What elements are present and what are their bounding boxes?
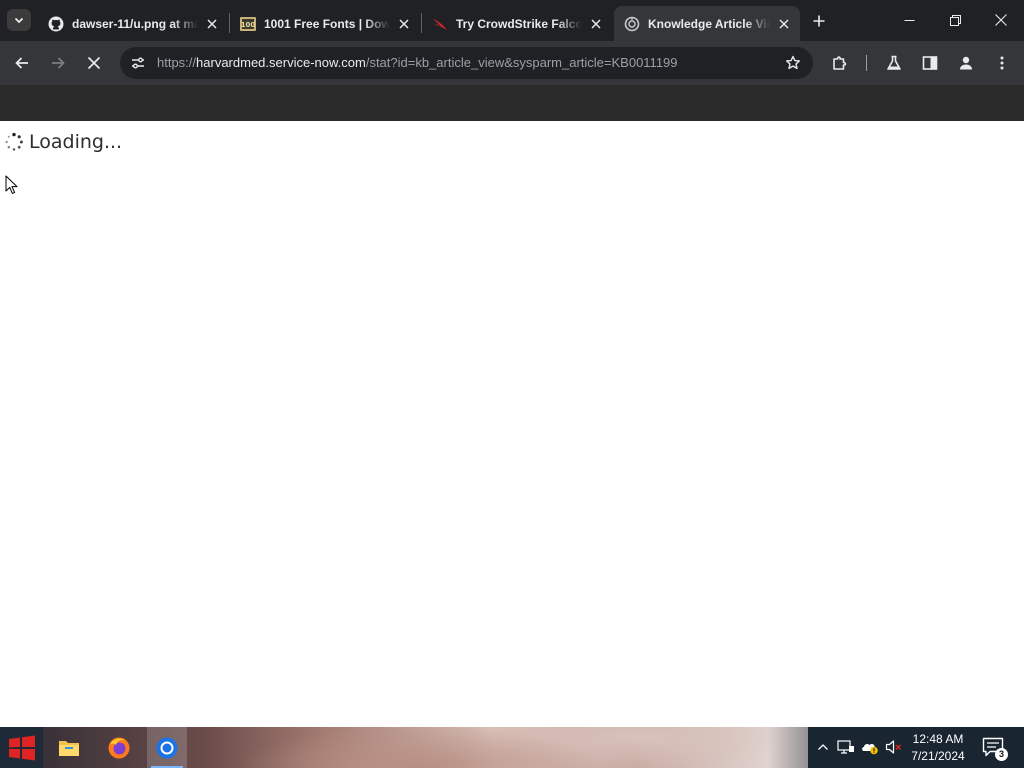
windows-taskbar: 12:48 AM 7/21/2024 3 — [0, 727, 1024, 768]
minimize-button[interactable] — [886, 0, 932, 40]
taskbar-clock[interactable]: 12:48 AM 7/21/2024 — [900, 731, 976, 765]
star-icon — [786, 55, 800, 70]
close-tab-icon[interactable] — [588, 16, 604, 32]
loading-text: Loading... — [29, 131, 123, 153]
tab-knowledge-article[interactable]: Knowledge Article View — [614, 6, 800, 41]
loading-indicator: Loading... — [4, 131, 122, 153]
stop-icon — [87, 56, 101, 70]
url-host: harvardmed.service-now.com — [196, 55, 366, 70]
tab-title: 1001 Free Fonts | Down — [264, 16, 390, 31]
forward-arrow-icon — [52, 57, 65, 69]
chevron-down-icon — [14, 17, 24, 24]
tab-title: Knowledge Article View — [648, 16, 770, 31]
crowdstrike-falcon-icon — [432, 16, 448, 32]
site-info-button[interactable] — [126, 51, 150, 75]
spinner-icon — [5, 132, 23, 151]
clock-time: 12:48 AM — [912, 732, 964, 746]
more-vertical-icon — [1000, 56, 1004, 70]
address-bar[interactable]: https://harvardmed.service-now.com/stat?… — [120, 47, 813, 79]
chevron-up-icon — [818, 744, 828, 750]
minimize-icon — [904, 19, 914, 21]
svg-text:100: 100 — [241, 21, 256, 29]
tab-title: Try CrowdStrike Falcon — [456, 16, 582, 31]
taskbar-firefox[interactable] — [99, 727, 139, 768]
restore-button[interactable] — [932, 0, 978, 40]
tab-search-button[interactable] — [7, 9, 31, 31]
extensions-button[interactable] — [826, 49, 854, 77]
tab-strip: dawser-11/u.png at ma 100 1001 Free Font… — [0, 0, 1024, 41]
back-button[interactable] — [8, 49, 36, 77]
tab-title: dawser-11/u.png at ma — [72, 16, 198, 31]
profile-button[interactable] — [952, 49, 980, 77]
file-explorer-icon — [59, 740, 79, 756]
firefox-icon — [108, 737, 130, 758]
bookmark-star-button[interactable] — [783, 53, 803, 73]
tune-icon — [132, 57, 144, 69]
page-content: Loading... — [0, 121, 1024, 727]
close-window-button[interactable] — [978, 0, 1024, 40]
chrome-icon — [156, 737, 178, 758]
close-tab-icon[interactable] — [204, 16, 220, 32]
clock-date: 7/21/2024 — [911, 749, 965, 763]
taskbar-chrome[interactable] — [147, 727, 187, 768]
toolbar-divider — [866, 55, 867, 71]
url-scheme: https:// — [157, 55, 197, 70]
start-button[interactable] — [0, 727, 43, 768]
mouse-pointer-icon — [5, 175, 18, 194]
back-arrow-icon — [15, 57, 28, 69]
plus-icon — [813, 15, 825, 27]
tab-crowdstrike[interactable]: Try CrowdStrike Falcon — [422, 6, 612, 41]
restore-icon — [949, 14, 961, 26]
network-icon — [837, 740, 854, 754]
labs-button[interactable] — [880, 49, 908, 77]
close-icon — [995, 14, 1007, 26]
side-panel-icon — [922, 56, 938, 70]
puzzle-icon — [833, 56, 847, 70]
network-tray-icon[interactable] — [837, 738, 855, 756]
stop-loading-button[interactable] — [80, 49, 108, 77]
close-tab-icon[interactable] — [776, 16, 792, 32]
side-panel-button[interactable] — [916, 49, 944, 77]
url-text: https://harvardmed.service-now.com/stat?… — [157, 55, 678, 70]
servicenow-icon — [624, 16, 640, 32]
url-path: /stat?id=kb_article_view&sysparm_article… — [365, 55, 678, 70]
person-icon — [959, 56, 973, 70]
new-tab-button[interactable] — [808, 10, 830, 32]
taskbar-file-explorer[interactable] — [49, 727, 89, 768]
fonts-site-icon: 100 — [240, 16, 256, 32]
onedrive-tray-icon[interactable] — [861, 738, 879, 756]
action-center-button[interactable]: 3 — [982, 737, 1008, 761]
cloud-warning-icon — [862, 743, 878, 755]
flask-icon — [887, 55, 901, 70]
notification-count-badge: 3 — [995, 748, 1008, 761]
windows-logo-icon — [8, 735, 35, 760]
github-icon — [48, 16, 64, 32]
show-hidden-icons-button[interactable] — [814, 738, 832, 756]
browser-toolbar: https://harvardmed.service-now.com/stat?… — [0, 41, 1024, 85]
tab-github[interactable]: dawser-11/u.png at ma — [38, 6, 228, 41]
close-tab-icon[interactable] — [396, 16, 412, 32]
forward-button[interactable] — [44, 49, 72, 77]
tab-1001-fonts[interactable]: 100 1001 Free Fonts | Down — [230, 6, 420, 41]
page-header-band — [0, 85, 1024, 121]
menu-button[interactable] — [988, 49, 1016, 77]
